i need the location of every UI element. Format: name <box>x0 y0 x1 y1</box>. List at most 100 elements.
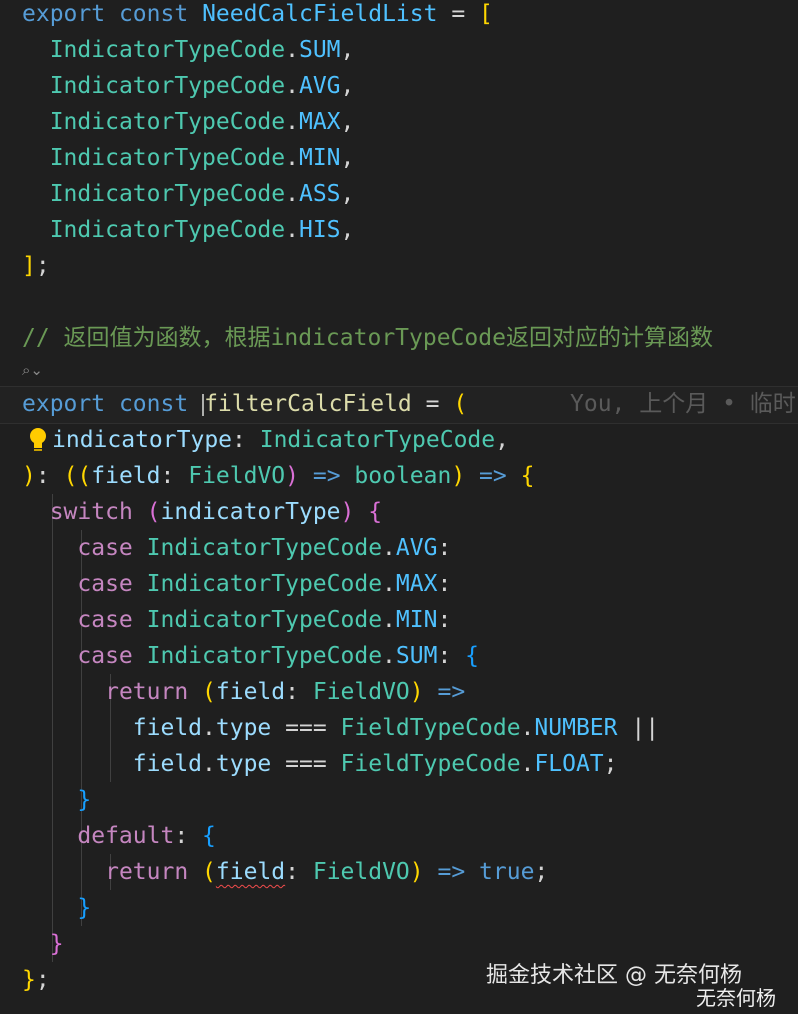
bracket: } <box>77 787 92 813</box>
type-name: IndicatorTypeCode <box>146 643 383 669</box>
code-line-22[interactable]: default: { <box>22 818 216 854</box>
code-line-26[interactable]: }; <box>22 962 50 998</box>
type-name: IndicatorTypeCode <box>146 571 383 597</box>
bracket: ) <box>451 463 466 489</box>
parameter-name: indicatorType <box>52 427 233 453</box>
code-line-21[interactable]: } <box>22 782 91 818</box>
type-name: IndicatorTypeCode <box>49 145 286 171</box>
property-name: type <box>215 715 272 741</box>
variable-name: indicatorType <box>160 499 341 525</box>
dot: . <box>520 751 535 777</box>
operator: === <box>271 715 341 741</box>
keyword-export: export <box>22 1 106 27</box>
punctuation: ; <box>534 859 549 885</box>
dot: . <box>382 535 396 561</box>
punctuation: : <box>285 859 313 885</box>
code-line-12[interactable]: ): ((field: FieldVO) => boolean) => { <box>22 458 534 494</box>
parameter-name: field <box>215 679 286 705</box>
keyword-case: case <box>77 535 133 561</box>
code-line-3[interactable]: IndicatorTypeCode.AVG, <box>22 68 355 104</box>
code-line-5[interactable]: IndicatorTypeCode.MIN, <box>22 140 355 176</box>
enum-member: MIN <box>395 607 438 633</box>
operator: === <box>271 751 341 777</box>
code-line-4[interactable]: IndicatorTypeCode.MAX, <box>22 104 355 140</box>
keyword-return: return <box>105 679 189 705</box>
bracket: ) <box>22 463 36 489</box>
code-line-23[interactable]: return (field: FieldVO) => true; <box>22 854 548 890</box>
code-line-18[interactable]: return (field: FieldVO) => <box>22 674 465 710</box>
enum-member: FLOAT <box>534 751 604 777</box>
code-line-19[interactable]: field.type === FieldTypeCode.NUMBER || <box>22 710 659 746</box>
punctuation: , <box>340 181 355 207</box>
code-line-16[interactable]: case IndicatorTypeCode.MIN: <box>22 602 451 638</box>
dot: . <box>285 73 299 99</box>
punctuation: , <box>340 73 355 99</box>
code-comment[interactable]: // 返回值为函数，根据indicatorTypeCode返回对应的计算函数 <box>22 320 713 356</box>
type-name: IndicatorTypeCode <box>49 37 286 63</box>
bracket: ( <box>132 499 161 525</box>
code-line-10[interactable]: export const filterCalcField = ( <box>22 386 467 422</box>
punctuation: , <box>340 37 355 63</box>
variable-name: NeedCalcFieldList <box>202 1 438 27</box>
arrow: => <box>299 463 355 489</box>
type-name: FieldTypeCode <box>340 715 521 741</box>
enum-member: MAX <box>298 109 341 135</box>
operator: = <box>411 391 454 417</box>
arrow: => <box>465 463 521 489</box>
code-line-7[interactable]: IndicatorTypeCode.HIS, <box>22 212 355 248</box>
type-name: FieldTypeCode <box>340 751 521 777</box>
enum-member: MAX <box>395 571 438 597</box>
dot: . <box>382 607 396 633</box>
type-name: IndicatorTypeCode <box>49 73 286 99</box>
code-line-1[interactable]: export const NeedCalcFieldList = [ <box>22 0 493 32</box>
codelens-icon[interactable]: ⌕⌄ <box>22 356 43 384</box>
code-line-15[interactable]: case IndicatorTypeCode.MAX: <box>22 566 451 602</box>
bracket: ) <box>340 499 355 525</box>
dot: . <box>382 643 396 669</box>
dot: . <box>382 571 396 597</box>
dot: . <box>520 715 535 741</box>
code-editor[interactable]: export const NeedCalcFieldList = [ Indic… <box>0 0 798 1014</box>
bracket: ( <box>188 859 216 885</box>
code-line-25[interactable]: } <box>22 926 64 962</box>
code-line-17[interactable]: case IndicatorTypeCode.SUM: { <box>22 638 479 674</box>
punctuation: , <box>340 109 355 135</box>
enum-member: AVG <box>395 535 438 561</box>
code-line-24[interactable]: } <box>22 890 91 926</box>
property-name: type <box>215 751 272 777</box>
variable-name: field <box>132 751 203 777</box>
type-name: IndicatorTypeCode <box>49 181 286 207</box>
code-line-11[interactable]: indicatorType: IndicatorTypeCode, <box>52 422 509 458</box>
dot: . <box>285 109 299 135</box>
dot: . <box>202 715 216 741</box>
punctuation: ; <box>35 253 50 279</box>
code-line-20[interactable]: field.type === FieldTypeCode.FLOAT; <box>22 746 618 782</box>
bracket: ] <box>22 253 36 279</box>
bracket: } <box>22 967 36 993</box>
lightbulb-icon[interactable] <box>28 426 48 454</box>
code-line-2[interactable]: IndicatorTypeCode.SUM, <box>22 32 355 68</box>
bracket: [ <box>479 1 493 27</box>
keyword-default: default <box>77 823 175 849</box>
code-line-14[interactable]: case IndicatorTypeCode.AVG: <box>22 530 451 566</box>
bracket: ( <box>453 391 468 417</box>
keyword-true: true <box>479 859 535 885</box>
function-name: filterCalcField <box>204 391 412 417</box>
watermark-author: 无奈何杨 <box>696 986 776 1010</box>
punctuation: ; <box>35 967 50 993</box>
keyword-export: export <box>22 391 106 417</box>
punctuation: , <box>340 217 355 243</box>
keyword-case: case <box>77 643 133 669</box>
enum-member: AVG <box>298 73 341 99</box>
keyword-switch: switch <box>49 499 133 525</box>
punctuation: : <box>437 643 466 669</box>
code-line-13[interactable]: switch (indicatorType) { <box>22 494 382 530</box>
code-line-8[interactable]: ]; <box>22 248 50 284</box>
keyword-return: return <box>105 859 189 885</box>
operator: || <box>617 715 660 741</box>
dot: . <box>285 217 299 243</box>
dot: . <box>285 181 299 207</box>
keyword-const: const <box>118 391 189 417</box>
code-line-6[interactable]: IndicatorTypeCode.ASS, <box>22 176 355 212</box>
enum-member: MIN <box>298 145 341 171</box>
